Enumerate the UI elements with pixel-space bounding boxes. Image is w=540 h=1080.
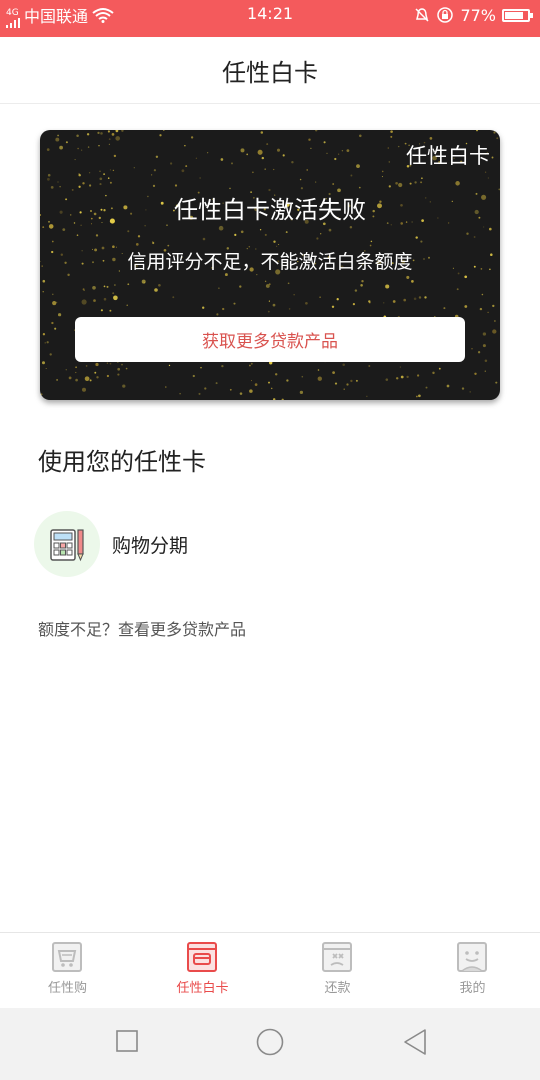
status-bar: 4G 中国联通 14:21 77%	[0, 0, 540, 37]
tab-label: 我的	[459, 981, 486, 996]
section-title: 使用您的任性卡	[38, 448, 206, 476]
card-icon	[186, 942, 217, 972]
bottom-tab-bar: 任性购 任性白卡 还款 我的	[0, 932, 540, 1008]
rotation-lock-icon	[437, 7, 454, 23]
more-loans-link[interactable]: 额度不足？查看更多贷款产品	[38, 616, 246, 640]
tab-credit-card[interactable]: 任性白卡	[135, 933, 270, 1008]
home-icon[interactable]	[256, 1028, 284, 1056]
get-more-loans-button[interactable]: 获取更多贷款产品	[75, 317, 465, 362]
feature-icon-circle	[34, 511, 100, 577]
card-brand: 任性白卡	[406, 144, 490, 168]
battery-icon	[502, 8, 533, 22]
battery-percent: 77%	[460, 5, 496, 25]
cart-icon	[51, 942, 82, 972]
back-icon[interactable]	[402, 1028, 428, 1056]
credit-card-panel: 任性白卡 任性白卡激活失败 信用评分不足，不能激活白条额度 获取更多贷款产品	[40, 130, 500, 400]
profile-icon	[456, 942, 487, 972]
activation-status-reason: 信用评分不足，不能激活白条额度	[127, 251, 413, 273]
feature-label: 购物分期	[112, 534, 189, 557]
tab-shop[interactable]: 任性购	[0, 933, 135, 1008]
page-header: 任性白卡	[0, 37, 540, 104]
system-navigation-bar	[0, 1008, 540, 1080]
calculator-pencil-icon	[50, 529, 84, 562]
repay-icon	[321, 942, 352, 972]
page-title: 任性白卡	[222, 58, 318, 87]
mute-bell-icon	[415, 8, 429, 22]
tab-profile[interactable]: 我的	[405, 933, 540, 1008]
tab-label: 任性白卡	[176, 981, 229, 996]
activation-status-title: 任性白卡激活失败	[174, 196, 366, 224]
recent-apps-icon[interactable]	[116, 1030, 138, 1052]
tab-repay[interactable]: 还款	[270, 933, 405, 1008]
status-right: 77%	[414, 0, 533, 30]
tab-label: 还款	[324, 981, 351, 996]
tab-label: 任性购	[47, 981, 87, 996]
installment-shopping-item[interactable]: 购物分期	[34, 510, 188, 578]
